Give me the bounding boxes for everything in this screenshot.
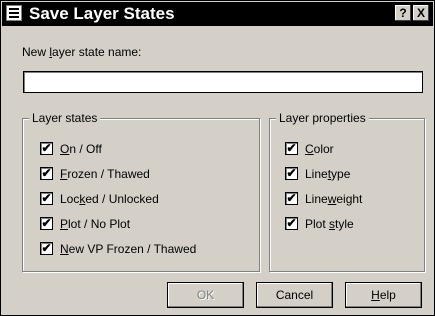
checkbox-box[interactable]: ✔ — [285, 216, 298, 230]
ok-button[interactable]: OK — [167, 282, 244, 308]
checkbox-label: Locked / Unlocked — [60, 192, 159, 206]
checkbox-box[interactable]: ✔ — [285, 166, 298, 180]
checkbox-label: Color — [305, 142, 334, 156]
check-icon: ✔ — [41, 216, 52, 230]
check-icon: ✔ — [286, 191, 297, 205]
layer-states-legend: Layer states — [29, 111, 101, 125]
cancel-button[interactable]: Cancel — [256, 282, 333, 308]
checkbox-label: New VP Frozen / Thawed — [60, 242, 197, 256]
checkbox-box[interactable]: ✔ — [40, 241, 53, 255]
checkbox-label: On / Off — [60, 142, 102, 156]
check-icon: ✔ — [41, 241, 52, 255]
checkbox-label: Plot style — [305, 217, 354, 231]
window-title: Save Layer States — [29, 4, 175, 23]
check-icon: ✔ — [286, 216, 297, 230]
check-icon: ✔ — [41, 191, 52, 205]
save-layer-states-dialog: Save Layer States ? X New layer state na… — [0, 0, 435, 316]
checkbox-label: Plot / No Plot — [60, 217, 131, 231]
layer-state-name-label: New layer state name: — [22, 45, 142, 59]
check-icon: ✔ — [41, 141, 52, 155]
checkbox-box[interactable]: ✔ — [40, 191, 53, 205]
checkbox-box[interactable]: ✔ — [285, 141, 298, 155]
layer-states-group: Layer states ✔ On / Off ✔ Frozen / Thawe… — [22, 111, 260, 272]
check-icon: ✔ — [286, 141, 297, 155]
checkbox-box[interactable]: ✔ — [285, 191, 298, 205]
title-bar: Save Layer States ? X — [2, 2, 433, 26]
checkbox-label: Lineweight — [305, 192, 363, 206]
checkbox-label: Linetype — [305, 167, 351, 181]
close-icon[interactable]: X — [413, 5, 429, 21]
checkbox-box[interactable]: ✔ — [40, 216, 53, 230]
layer-properties-group: Layer properties ✔ Color ✔ Linetype ✔ Li… — [269, 111, 425, 272]
checkbox-label: Frozen / Thawed — [60, 167, 150, 181]
check-icon: ✔ — [286, 166, 297, 180]
checkbox-box[interactable]: ✔ — [40, 166, 53, 180]
layer-properties-legend: Layer properties — [276, 111, 369, 125]
check-icon: ✔ — [41, 166, 52, 180]
layer-state-name-input[interactable] — [23, 71, 423, 93]
app-icon — [6, 5, 22, 21]
checkbox-box[interactable]: ✔ — [40, 141, 53, 155]
help-icon[interactable]: ? — [395, 5, 411, 21]
help-button[interactable]: Help — [345, 282, 422, 308]
